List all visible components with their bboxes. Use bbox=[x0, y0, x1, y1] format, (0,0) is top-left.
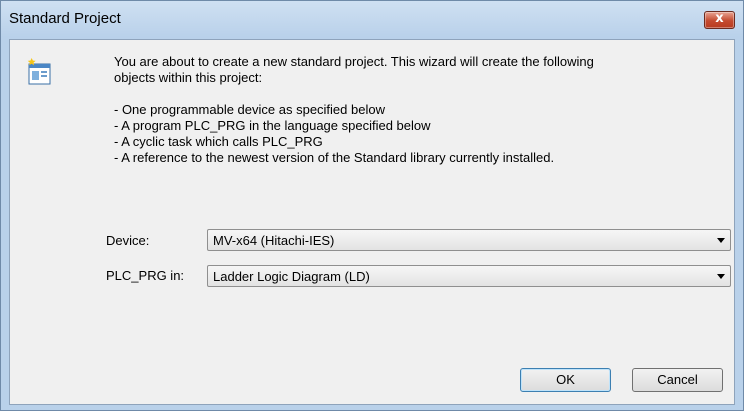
list-item: - A program PLC_PRG in the language spec… bbox=[114, 118, 431, 133]
close-button[interactable]: x bbox=[704, 11, 735, 29]
device-selected-value: MV-x64 (Hitachi-IES) bbox=[213, 233, 335, 248]
intro-line: You are about to create a new standard p… bbox=[114, 54, 594, 69]
dialog-client-area: You are about to create a new standard p… bbox=[9, 39, 735, 405]
close-icon: x bbox=[715, 11, 724, 26]
wizard-description: You are about to create a new standard p… bbox=[114, 54, 714, 166]
window-title: Standard Project bbox=[9, 10, 121, 27]
cancel-button[interactable]: Cancel bbox=[632, 368, 723, 392]
ok-button[interactable]: OK bbox=[520, 368, 611, 392]
device-select[interactable]: MV-x64 (Hitachi-IES) bbox=[207, 229, 731, 251]
new-project-wizard-icon bbox=[27, 58, 51, 85]
created-objects-list: - One programmable device as specified b… bbox=[114, 102, 714, 166]
list-item: - A reference to the newest version of t… bbox=[114, 150, 555, 165]
plc-prg-language-select[interactable]: Ladder Logic Diagram (LD) bbox=[207, 265, 731, 287]
chevron-down-icon bbox=[717, 274, 725, 279]
list-item: - A cyclic task which calls PLC_PRG bbox=[114, 134, 323, 149]
intro-line: objects within this project: bbox=[114, 70, 263, 85]
dialog-window: Standard Project x You are about to crea… bbox=[0, 0, 744, 411]
plc-prg-label: PLC_PRG in: bbox=[106, 268, 185, 283]
chevron-down-icon bbox=[717, 238, 725, 243]
device-label: Device: bbox=[106, 233, 150, 248]
list-item: - One programmable device as specified b… bbox=[114, 102, 385, 117]
plc-prg-selected-value: Ladder Logic Diagram (LD) bbox=[213, 269, 370, 284]
title-bar[interactable]: Standard Project x bbox=[1, 1, 743, 37]
